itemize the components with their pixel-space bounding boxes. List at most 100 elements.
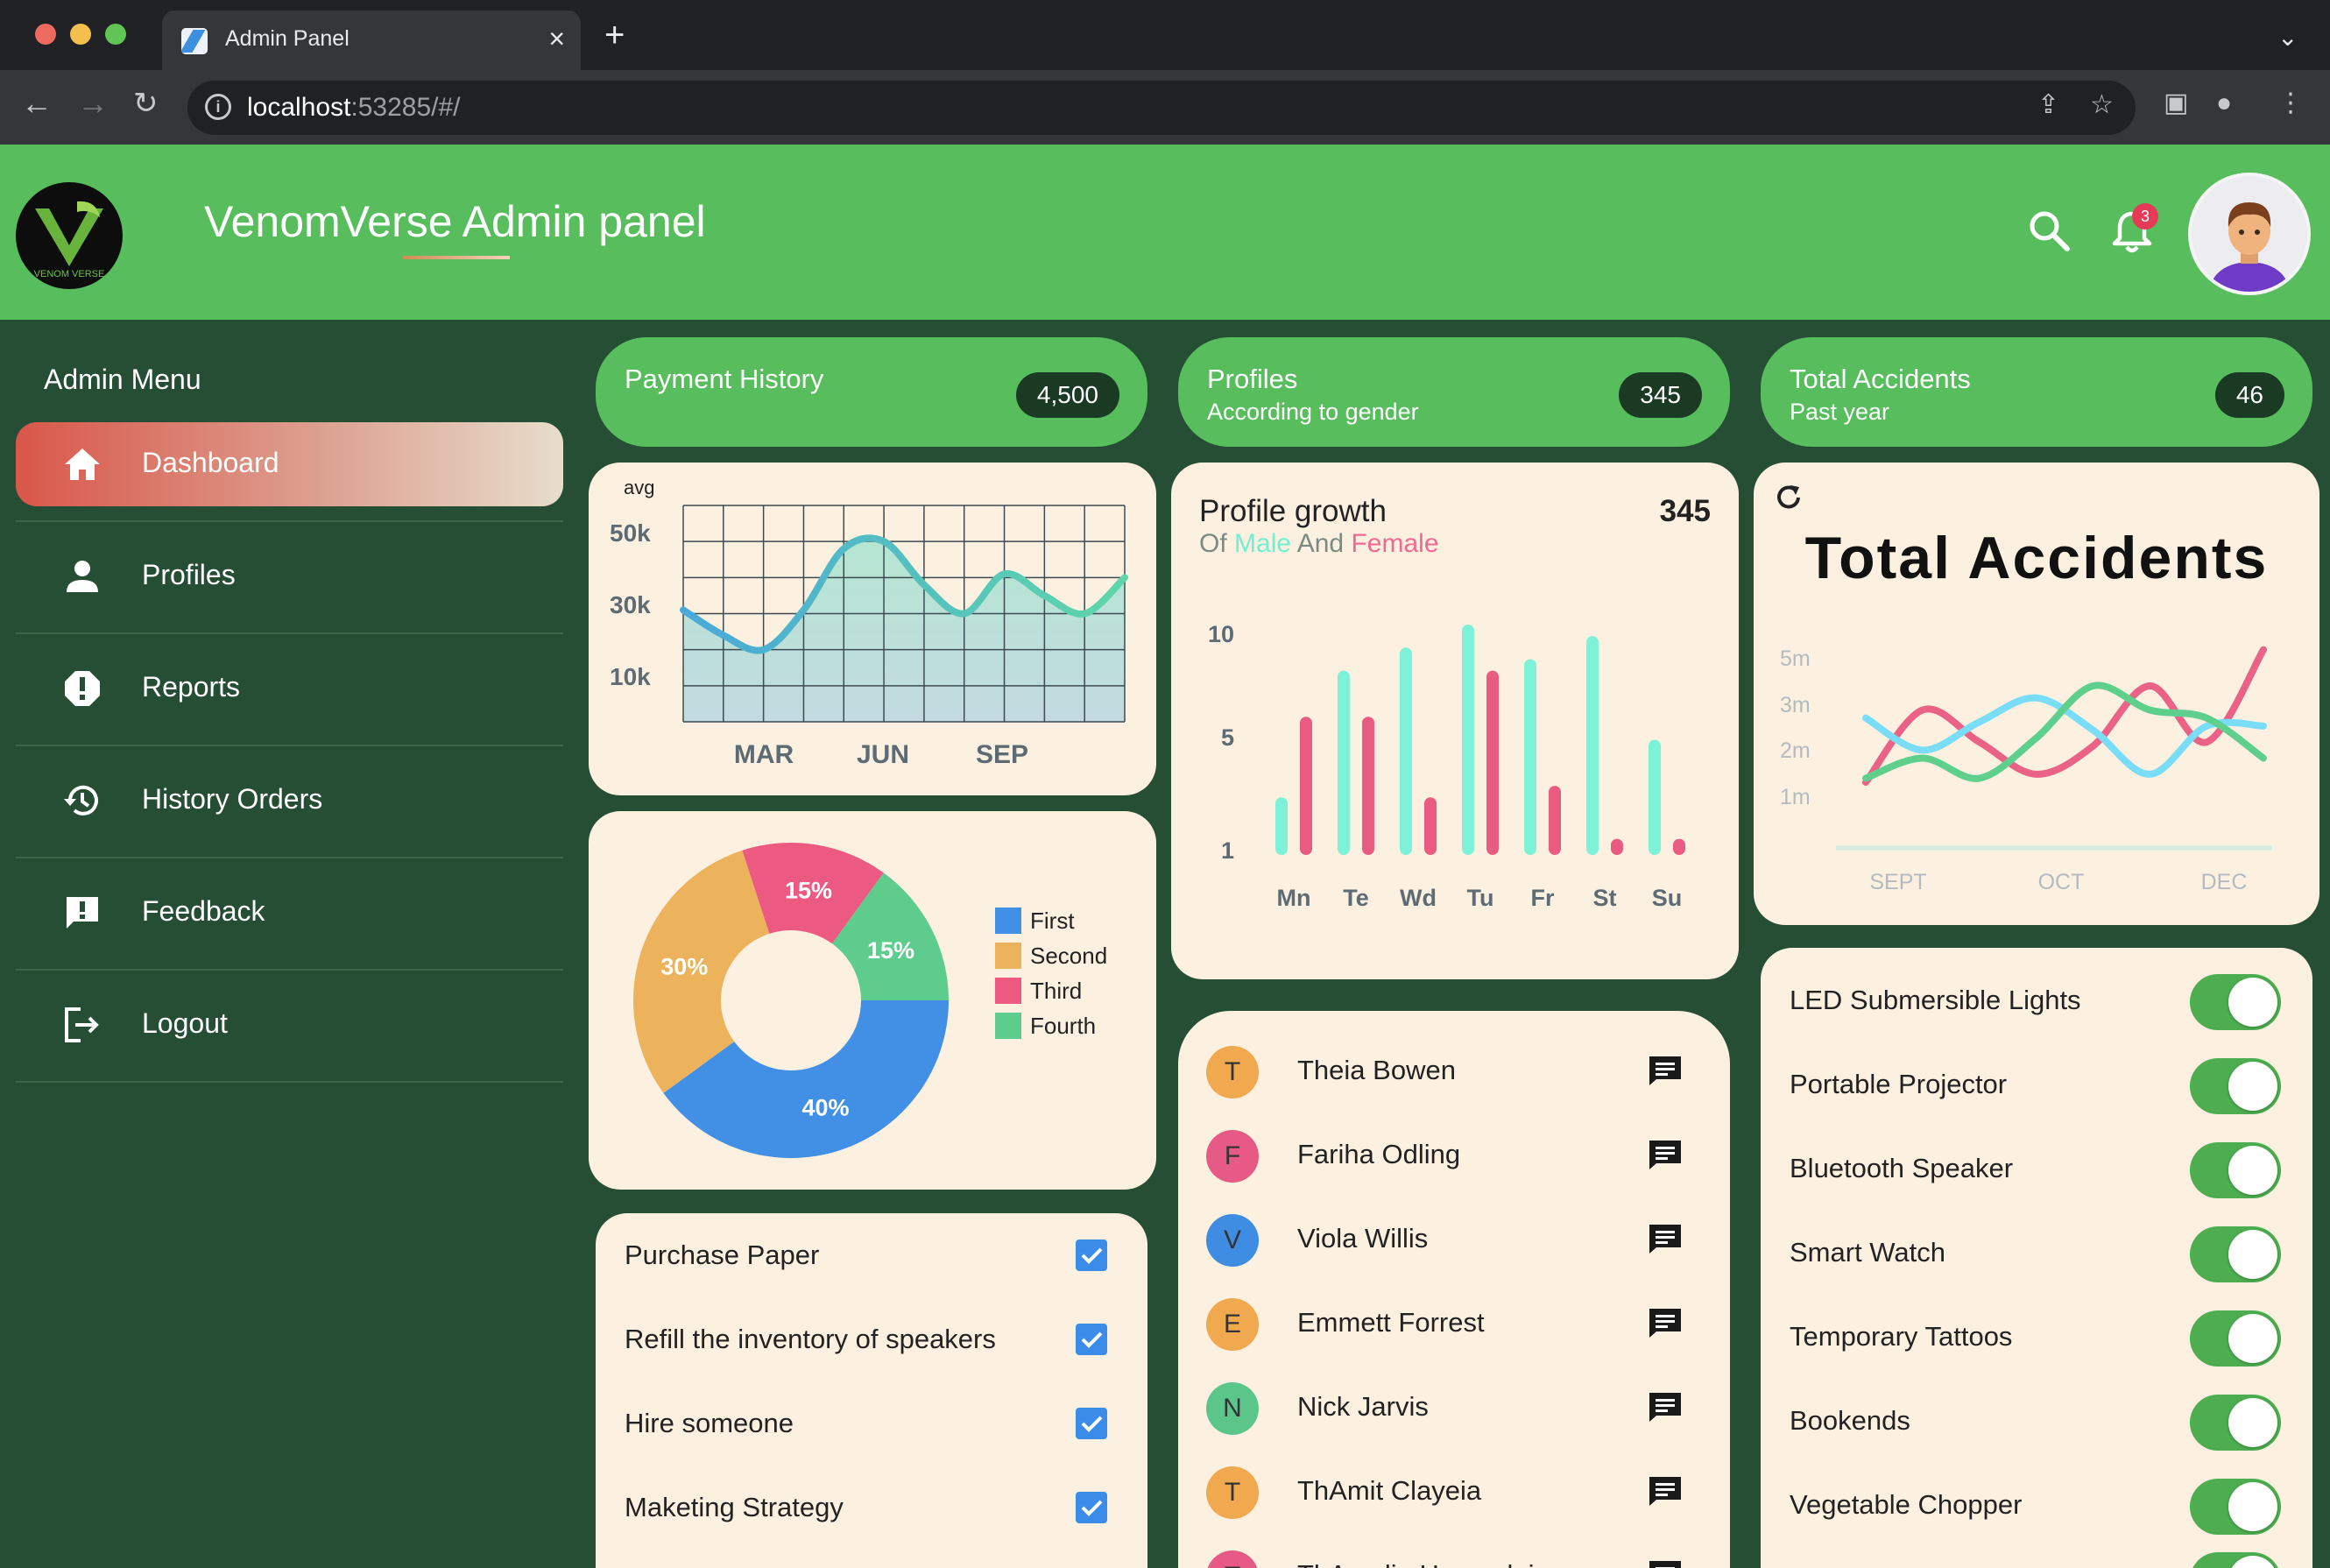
- list-item[interactable]: F Fariha Odling: [1178, 1112, 1728, 1197]
- profile-icon[interactable]: ●: [2216, 86, 2232, 121]
- list-item[interactable]: E Emmett Forrest: [1178, 1281, 1728, 1365]
- message-icon[interactable]: [1648, 1307, 1683, 1338]
- profile-growth-card: Profile growth Of Male And Female 345 10…: [1171, 463, 1739, 979]
- person-name: ThAmit Clayeia: [1297, 1475, 1482, 1506]
- message-icon[interactable]: [1648, 1139, 1683, 1170]
- todo-checkbox[interactable]: [1076, 1240, 1107, 1271]
- donut-chart: 40% 30% 15% 15% First Second Third Fourth: [633, 843, 1107, 1158]
- y-tick-label: 1m: [1780, 785, 1811, 809]
- sidebar-item-dashboard[interactable]: Dashboard: [16, 422, 563, 506]
- tab-search-chevron-icon[interactable]: ⌄: [2277, 23, 2298, 52]
- x-tick-label: Mn: [1277, 885, 1311, 911]
- product-toggle-switch[interactable]: [2190, 1552, 2281, 1568]
- close-window-button[interactable]: [35, 24, 56, 45]
- product-toggle-switch[interactable]: [2190, 1395, 2281, 1451]
- todo-checkbox[interactable]: [1076, 1324, 1107, 1355]
- person-name: Fariha Odling: [1297, 1139, 1461, 1169]
- site-info-icon[interactable]: i: [205, 94, 231, 120]
- todo-list-card: Purchase Paper Refill the inventory of s…: [596, 1213, 1147, 1568]
- avatar: T: [1206, 1466, 1259, 1519]
- minimize-window-button[interactable]: [70, 24, 91, 45]
- person-name: ThAmalie Howardeia: [1297, 1559, 1550, 1568]
- stat-count-badge: 4,500: [1015, 372, 1119, 418]
- message-icon[interactable]: [1648, 1223, 1683, 1254]
- list-item[interactable]: T ThAmalie Howardeia: [1178, 1533, 1728, 1568]
- new-tab-plus-icon[interactable]: +: [604, 18, 625, 53]
- bookmark-star-icon[interactable]: ☆: [2090, 88, 2114, 123]
- legend-swatch: [995, 978, 1021, 1004]
- bar: [1586, 636, 1599, 855]
- user-avatar[interactable]: [2188, 173, 2311, 295]
- address-bar[interactable]: i localhost:53285/#/ ⇪ ☆: [187, 81, 2136, 135]
- back-arrow-icon[interactable]: ←: [21, 86, 53, 121]
- todo-checkbox[interactable]: [1076, 1408, 1107, 1439]
- product-toggle-switch[interactable]: [2190, 1226, 2281, 1282]
- sidebar-item-label: Profiles: [142, 559, 236, 590]
- payment-history-stat[interactable]: Payment History 4,500: [596, 337, 1147, 447]
- y-tick-label: 30k: [610, 591, 651, 618]
- slice-label: 15%: [785, 878, 832, 904]
- venomverse-logo: VENOM VERSE: [16, 182, 123, 289]
- product-toggle-switch[interactable]: [2190, 974, 2281, 1030]
- search-icon[interactable]: [2025, 207, 2074, 256]
- product-toggle-switch[interactable]: [2190, 1479, 2281, 1535]
- sidebar-item-feedback[interactable]: Feedback: [16, 871, 563, 955]
- product-toggle-switch[interactable]: [2190, 1142, 2281, 1198]
- checkmark-icon: [1081, 1331, 1103, 1348]
- x-tick-label: MAR: [734, 740, 794, 769]
- total-accidents-stat[interactable]: Total Accidents Past year 46: [1761, 337, 2312, 447]
- product-toggle-switch[interactable]: [2190, 1310, 2281, 1367]
- maximize-window-button[interactable]: [105, 24, 126, 45]
- sidebar-item-profiles[interactable]: Profiles: [16, 534, 563, 618]
- product-name: Smart Watch: [1790, 1237, 1945, 1268]
- product-name: Temporary Tattoos: [1790, 1321, 2013, 1352]
- y-tick-label: 5: [1221, 724, 1234, 751]
- toggle-knob: [2228, 1146, 2277, 1195]
- product-row: Vegetable Chopper: [1761, 1463, 2311, 1547]
- message-icon[interactable]: [1648, 1475, 1683, 1507]
- product-row: Bookends: [1761, 1379, 2311, 1463]
- product-row: Portable Projector: [1761, 1042, 2311, 1127]
- sidebar-divider: [16, 520, 563, 522]
- list-item[interactable]: N Nick Jarvis: [1178, 1365, 1728, 1449]
- list-item[interactable]: T ThAmit Clayeia: [1178, 1449, 1728, 1533]
- todo-checkbox[interactable]: [1076, 1492, 1107, 1523]
- product-toggle-card: LED Submersible Lights Portable Projector…: [1761, 948, 2312, 1568]
- product-row: Temporary Tattoos: [1761, 1295, 2311, 1379]
- x-tick-label: Te: [1343, 885, 1369, 911]
- flutter-favicon-icon: [181, 28, 208, 54]
- list-item[interactable]: V Viola Willis: [1178, 1197, 1728, 1281]
- reload-icon[interactable]: ↻: [133, 86, 159, 121]
- x-tick-label: Tu: [1467, 885, 1494, 911]
- forward-arrow-icon[interactable]: →: [77, 86, 109, 121]
- browser-menu-icon[interactable]: ⋮: [2277, 86, 2304, 121]
- close-tab-icon[interactable]: ×: [548, 23, 565, 55]
- bar: [1400, 647, 1412, 855]
- feedback-icon: [67, 897, 98, 929]
- alert-icon: [65, 671, 100, 706]
- avatar: T: [1206, 1046, 1259, 1098]
- browser-tab[interactable]: Admin Panel ×: [162, 11, 581, 70]
- bar: [1424, 797, 1437, 855]
- message-icon[interactable]: [1648, 1055, 1683, 1086]
- product-toggle-switch[interactable]: [2190, 1058, 2281, 1114]
- sidebar-item-reports[interactable]: Reports: [16, 646, 563, 731]
- product-name: Bookends: [1790, 1405, 1910, 1436]
- sidebar-item-label: Dashboard: [142, 447, 279, 478]
- product-name: LED Submersible Lights: [1790, 985, 2081, 1015]
- message-icon[interactable]: [1648, 1559, 1683, 1568]
- sidebar-item-logout[interactable]: Logout: [16, 983, 563, 1067]
- side-panel-icon[interactable]: ▣: [2164, 86, 2188, 121]
- profiles-stat[interactable]: Profiles According to gender 345: [1178, 337, 1730, 447]
- bar: [1486, 670, 1499, 855]
- tab-title: Admin Panel: [225, 26, 350, 51]
- message-icon[interactable]: [1648, 1391, 1683, 1423]
- legend-label: Second: [1030, 943, 1107, 969]
- y-tick-label: 5m: [1780, 646, 1811, 671]
- person-name: Theia Bowen: [1297, 1055, 1456, 1085]
- share-icon[interactable]: ⇪: [2037, 88, 2059, 123]
- payment-area-chart: avg 50k 30k 10k MAR JUN SEP: [610, 477, 1128, 769]
- list-item[interactable]: T Theia Bowen: [1178, 1028, 1728, 1112]
- slice-label: 30%: [660, 953, 708, 979]
- sidebar-item-history-orders[interactable]: History Orders: [16, 759, 563, 843]
